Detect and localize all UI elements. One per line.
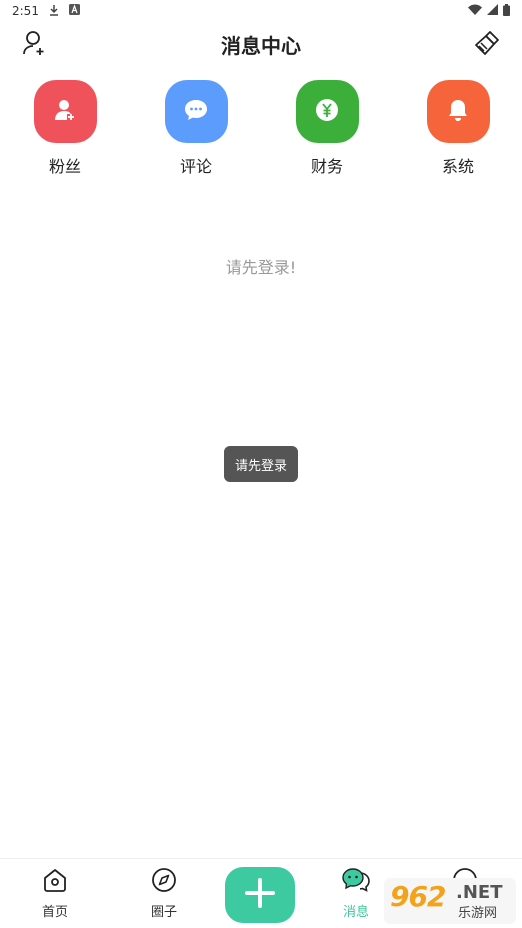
comment-icon: [183, 98, 209, 126]
category-fans-badge: [33, 80, 97, 143]
category-finance-label: 财务: [310, 157, 343, 176]
nav-item-messages[interactable]: 消息: [321, 867, 391, 920]
nav-item-circle[interactable]: 圈子: [129, 867, 199, 920]
header: 消息中心: [0, 26, 522, 66]
download-icon: [49, 4, 59, 19]
status-bar: 2:51: [0, 0, 522, 22]
clear-messages-button[interactable]: [472, 30, 502, 60]
toast: 请先登录: [224, 446, 298, 482]
nav-label-circle: 圈子: [150, 905, 177, 920]
broom-icon: [474, 30, 500, 60]
category-finance[interactable]: 财务: [287, 80, 367, 177]
home-icon: [42, 867, 68, 897]
wifi-icon: [468, 4, 482, 18]
nav-label-messages: 消息: [342, 905, 369, 920]
watermark-logo: 962 .NET 乐游网: [384, 878, 516, 924]
plus-icon: [244, 877, 276, 913]
user-icon: [53, 98, 77, 126]
message-icon: [342, 867, 370, 897]
watermark-net: .NET: [456, 882, 503, 903]
watermark-number: 962: [390, 880, 446, 913]
battery-icon: [503, 3, 510, 19]
watermark-site-name: 乐游网: [458, 906, 498, 921]
category-system-badge: [426, 80, 490, 143]
category-row: 粉丝 评论 财务 系统: [0, 80, 522, 180]
category-comments-badge: [164, 80, 228, 143]
status-time: 2:51: [12, 4, 39, 18]
signal-icon: [487, 4, 498, 18]
notification-a-icon: [68, 4, 80, 18]
page-title: 消息中心: [221, 34, 301, 58]
login-prompt-text: 请先登录!: [225, 258, 297, 277]
category-comments-label: 评论: [179, 157, 212, 176]
category-fans-label: 粉丝: [48, 157, 81, 176]
yen-icon: [315, 98, 339, 126]
category-fans[interactable]: 粉丝: [25, 80, 105, 177]
add-post-button[interactable]: [225, 867, 295, 923]
category-finance-badge: [295, 80, 359, 143]
bell-icon: [447, 98, 469, 126]
compass-icon: [151, 867, 177, 897]
nav-label-home: 首页: [41, 905, 68, 920]
category-system-label: 系统: [441, 157, 474, 176]
toast-text: 请先登录: [234, 458, 287, 474]
category-system[interactable]: 系统: [418, 80, 498, 177]
category-comments[interactable]: 评论: [156, 80, 236, 177]
nav-item-home[interactable]: 首页: [20, 867, 90, 920]
